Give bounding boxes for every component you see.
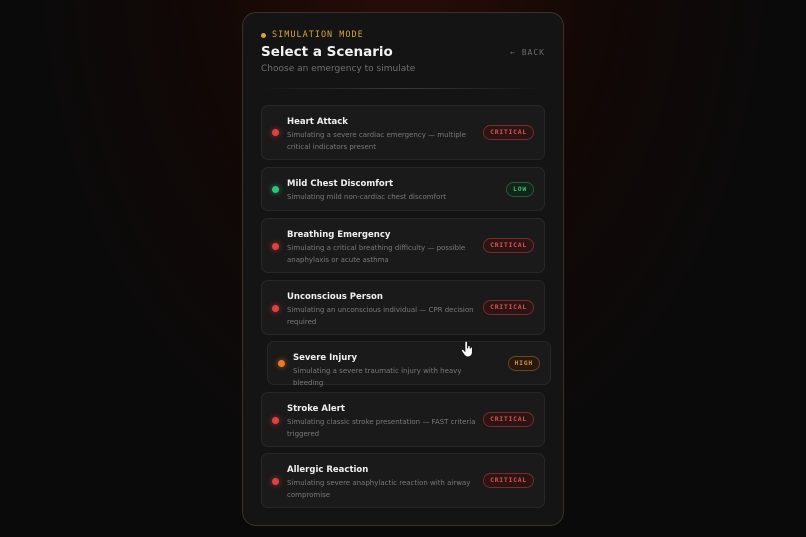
severity-dot-icon [272,417,279,424]
scenario-name: Unconscious Person [287,292,383,302]
severity-dot-icon [278,360,285,367]
severity-dot-icon [272,478,279,485]
scenario-name: Breathing Emergency [287,230,391,240]
scenario-card-allergic-reaction[interactable]: Allergic Reaction Simulating severe anap… [261,453,545,508]
scenario-name: Mild Chest Discomfort [287,179,394,189]
severity-badge: CRITICAL [483,300,534,315]
severity-badge: LOW [506,182,534,197]
scenario-name: Stroke Alert [287,404,345,414]
scenario-description: Simulating a critical breathing difficul… [287,244,466,264]
back-button[interactable]: ← BACK [510,48,545,57]
scenario-card-mild-chest-discomfort[interactable]: Mild Chest Discomfort Simulating mild no… [261,167,545,211]
scenario-name: Allergic Reaction [287,465,369,475]
scenario-card-stroke-alert[interactable]: Stroke Alert Simulating classic stroke p… [261,392,545,447]
scenario-card-severe-injury[interactable]: Severe Injury Simulating a severe trauma… [267,341,551,387]
scenario-description: Simulating mild non-cardiac chest discom… [287,193,446,201]
page-title: Select a Scenario [261,44,393,60]
hand-cursor-icon [461,341,473,357]
scenario-name: Severe Injury [293,353,358,363]
scenario-description: Simulating severe anaphylactic reaction … [287,479,471,499]
page-subtitle: Choose an emergency to simulate [261,64,416,74]
scenario-card-breathing-emergency[interactable]: Breathing Emergency Simulating a critica… [261,218,545,273]
scenario-description: Simulating a severe traumatic injury wit… [293,367,462,387]
scenario-card-unconscious-person[interactable]: Unconscious Person Simulating an unconsc… [261,280,545,335]
severity-badge: CRITICAL [483,238,534,253]
severity-dot-icon [272,243,279,250]
status-dot-icon [261,32,266,38]
divider [261,88,545,89]
severity-dot-icon [272,305,279,312]
scenario-name: Heart Attack [287,117,348,127]
severity-badge: CRITICAL [483,412,534,427]
scenario-description: Simulating a severe cardiac emergency — … [287,131,466,151]
scenario-panel: SIMULATION MODE Select a Scenario Choose… [242,12,564,526]
severity-badge: CRITICAL [483,473,534,488]
severity-dot-icon [272,129,279,136]
mode-label-text: SIMULATION MODE [272,30,364,40]
severity-badge: CRITICAL [483,125,534,140]
mode-label: SIMULATION MODE [261,30,364,40]
scenario-description: Simulating an unconscious individual — C… [287,306,474,326]
scenario-card-heart-attack[interactable]: Heart Attack Simulating a severe cardiac… [261,105,545,160]
severity-dot-icon [272,186,279,193]
scenario-description: Simulating classic stroke presentation —… [287,418,476,438]
severity-badge: HIGH [507,356,540,371]
